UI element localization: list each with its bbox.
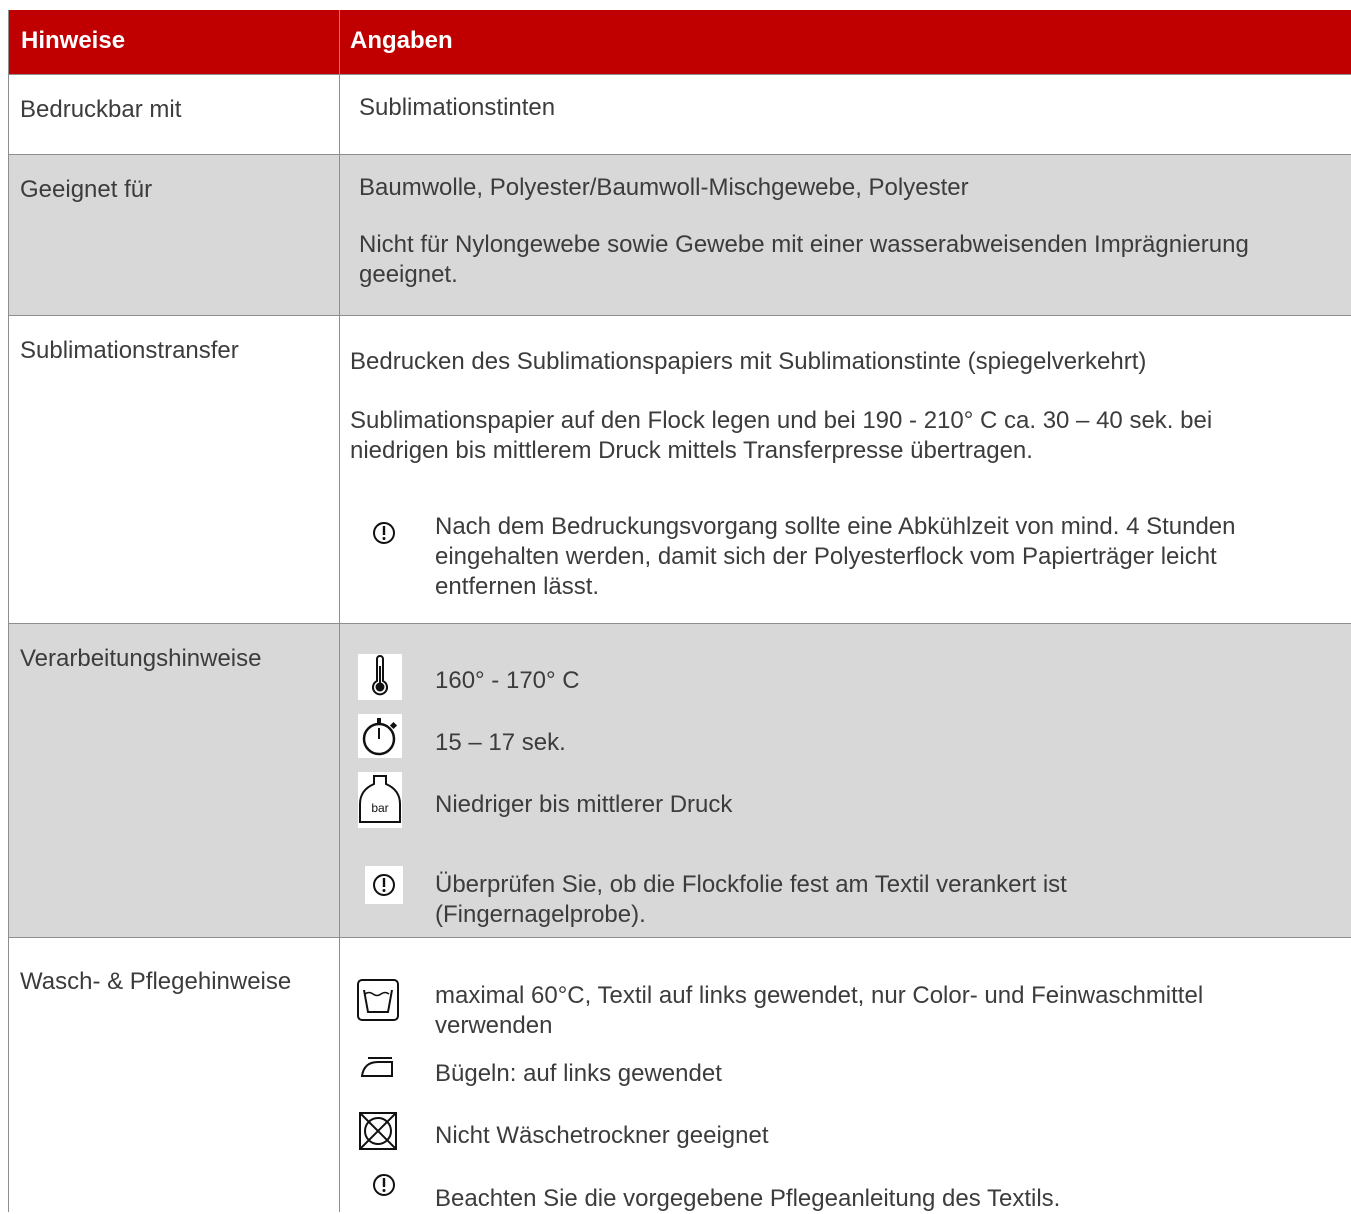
header-angaben: Angaben	[350, 27, 453, 54]
geeignet-exclusion-line1: Nicht für Nylongewebe sowie Gewebe mit e…	[359, 231, 1249, 258]
row-label-verarbeitung: Verarbeitungshinweise	[20, 645, 262, 672]
column-divider	[339, 10, 340, 1212]
bedruckbar-value: Sublimationstinten	[359, 94, 556, 121]
geeignet-materials: Baumwolle, Polyester/Baumwoll-Mischgeweb…	[359, 174, 969, 201]
exclamation-icon	[365, 1166, 403, 1204]
row-label-pflege: Wasch- & Pflegehinweise	[20, 968, 292, 995]
table-row-bedruckbar: Bedruckbar mit Sublimationstinten	[9, 75, 1351, 155]
iron-text: Bügeln: auf links gewendet	[435, 1060, 722, 1087]
transfer-step2-line2: niedrigen bis mittlerem Druck mittels Tr…	[350, 437, 1033, 464]
row-label-geeignet: Geeignet für	[20, 176, 153, 203]
row-label-transfer: Sublimationstransfer	[20, 337, 239, 364]
no-tumble-dry-icon	[358, 1111, 402, 1155]
header-hinweise: Hinweise	[21, 27, 126, 54]
transfer-step2-line1: Sublimationspapier auf den Flock legen u…	[350, 407, 1213, 434]
stopwatch-icon	[358, 714, 402, 758]
pflege-note: Beachten Sie die vorgegebene Pflegeanlei…	[435, 1185, 1061, 1212]
transfer-step1: Bedrucken des Sublimationspapiers mit Su…	[350, 348, 1147, 375]
verarbeitung-note-line2: (Fingernagelprobe).	[435, 901, 646, 928]
temp-value: 160° - 170° C	[435, 667, 580, 694]
wash-line2: verwenden	[435, 1012, 553, 1039]
thermometer-icon	[358, 654, 402, 700]
transfer-note-line1: Nach dem Bedruckungsvorgang sollte eine …	[435, 513, 1236, 540]
exclamation-icon	[365, 866, 403, 904]
table-header: Hinweise Angaben	[9, 10, 1351, 75]
row-label-bedruckbar: Bedruckbar mit	[20, 96, 182, 123]
wash-line1: maximal 60°C, Textil auf links gewendet,…	[435, 982, 1204, 1009]
table-row-transfer: Sublimationstransfer Bedrucken des Subli…	[9, 316, 1351, 624]
table-row-pflege: Wasch- & Pflegehinweise maximal 60°C, Te…	[9, 938, 1351, 1212]
table-row-geeignet: Geeignet für Baumwolle, Polyester/Baumwo…	[9, 155, 1351, 316]
wash-tub-icon	[356, 978, 400, 1022]
time-value: 15 – 17 sek.	[435, 729, 566, 756]
table-row-verarbeitung: Verarbeitungshinweise 160° - 170° C 15 –…	[9, 624, 1351, 938]
pressure-weight-icon: bar	[358, 772, 402, 828]
transfer-note-line2: eingehalten werden, damit sich der Polye…	[435, 543, 1217, 570]
iron-icon	[356, 1052, 400, 1096]
exclamation-icon	[365, 514, 403, 552]
verarbeitung-note-line1: Überprüfen Sie, ob die Flockfolie fest a…	[435, 871, 1067, 898]
dryer-text: Nicht Wäschetrockner geeignet	[435, 1122, 769, 1149]
svg-text:bar: bar	[371, 801, 388, 815]
transfer-note-line3: entfernen lässt.	[435, 573, 600, 600]
geeignet-exclusion-line2: geeignet.	[359, 261, 458, 288]
pressure-value: Niedriger bis mittlerer Druck	[435, 791, 733, 818]
specs-table: Hinweise Angaben Bedruckbar mit Sublimat…	[8, 10, 1351, 1212]
